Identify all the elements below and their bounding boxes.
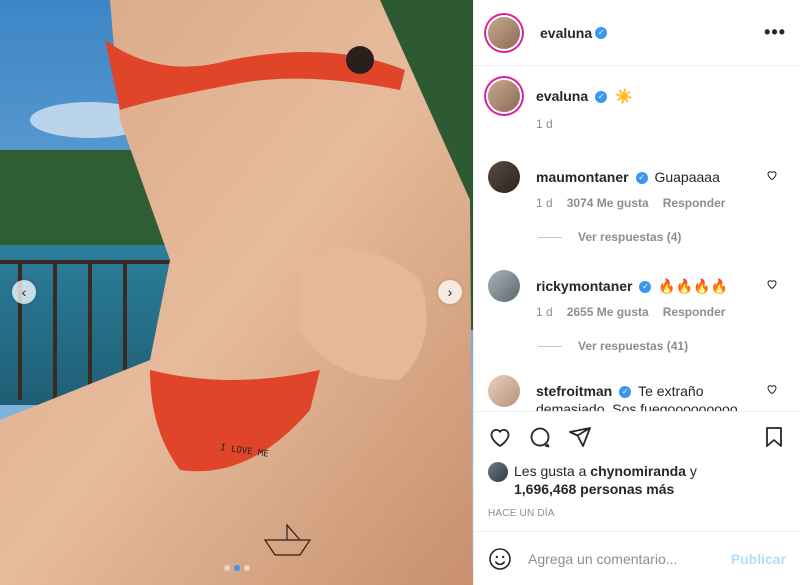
comment-username[interactable]: stefroitman bbox=[536, 383, 612, 399]
comment-meta: 1 d 3074 Me gusta Responder bbox=[536, 196, 758, 210]
comment-text: Guapaaaa bbox=[654, 169, 720, 185]
reply-button[interactable]: Responder bbox=[663, 305, 726, 319]
caption-avatar[interactable] bbox=[488, 80, 520, 112]
view-replies-button[interactable]: Ver respuestas (41) bbox=[538, 339, 786, 353]
caption-row: evaluna ✓ ☀️ 1 d bbox=[488, 80, 786, 131]
comment-meta: 1 d 2655 Me gusta Responder bbox=[536, 305, 758, 319]
comment-username[interactable]: rickymontaner bbox=[536, 278, 632, 294]
comment-row: rickymontaner ✓ 🔥🔥🔥🔥 1 d 2655 Me gusta Re… bbox=[488, 270, 786, 319]
post-header: evaluna ✓ ••• bbox=[474, 0, 800, 66]
comment-body: maumontaner ✓ Guapaaaa 1 d 3074 Me gusta … bbox=[536, 161, 786, 210]
comments-section: evaluna ✓ ☀️ 1 d maumontaner ✓ Guapaaaa 1 … bbox=[474, 66, 800, 411]
comment-like-heart-icon[interactable] bbox=[766, 169, 778, 181]
publish-button[interactable]: Publicar bbox=[731, 551, 786, 567]
heart-icon[interactable] bbox=[488, 425, 512, 449]
commenter-avatar[interactable] bbox=[488, 161, 520, 193]
chevron-left-icon: ‹ bbox=[21, 284, 27, 300]
carousel-dot-active bbox=[233, 565, 240, 571]
verified-badge-icon: ✓ bbox=[619, 386, 632, 399]
caption-username[interactable]: evaluna bbox=[536, 88, 588, 104]
liked-by-others[interactable]: 1,696,468 personas más bbox=[514, 481, 674, 497]
emoji-smile-icon[interactable] bbox=[488, 547, 512, 571]
comment-like-heart-icon[interactable] bbox=[766, 278, 778, 290]
caption-time: 1 d bbox=[536, 117, 553, 131]
view-replies-label: Ver respuestas (41) bbox=[578, 339, 689, 353]
liked-by: Les gusta a chynomiranda y 1,696,468 per… bbox=[488, 462, 786, 498]
comment-text: 🔥🔥🔥🔥 bbox=[658, 278, 729, 294]
post-side-panel: evaluna ✓ ••• evaluna ✓ ☀️ 1 d maumontan… bbox=[473, 0, 800, 585]
carousel-next-button[interactable]: › bbox=[438, 280, 462, 304]
action-icons bbox=[488, 422, 786, 452]
post-photo: I LOVE ME bbox=[0, 0, 473, 585]
comment-time: 1 d bbox=[536, 196, 553, 210]
post-media: I LOVE ME ‹ › bbox=[0, 0, 473, 585]
liked-by-first-user[interactable]: chynomiranda bbox=[590, 463, 686, 479]
add-comment-bar: Publicar bbox=[474, 531, 800, 585]
chevron-right-icon: › bbox=[447, 284, 453, 300]
liker-avatar[interactable] bbox=[488, 462, 508, 482]
liked-by-prefix: Les gusta a bbox=[514, 463, 587, 479]
comment-input[interactable] bbox=[528, 550, 731, 567]
carousel-dot bbox=[223, 565, 230, 571]
reply-button[interactable]: Responder bbox=[663, 196, 726, 210]
comment-time: 1 d bbox=[536, 305, 553, 319]
divider-line bbox=[538, 236, 562, 238]
send-icon[interactable] bbox=[568, 425, 592, 449]
comment-username[interactable]: maumontaner bbox=[536, 169, 629, 185]
post-timestamp[interactable]: HACE UN DÍA bbox=[488, 508, 786, 519]
commenter-avatar[interactable] bbox=[488, 375, 520, 407]
author-avatar[interactable] bbox=[488, 16, 520, 49]
carousel-indicator bbox=[0, 565, 473, 571]
comment-body: rickymontaner ✓ 🔥🔥🔥🔥 1 d 2655 Me gusta Re… bbox=[536, 270, 786, 319]
comment-row: stefroitman ✓ Te extraño demasiado. Sos f… bbox=[488, 375, 786, 411]
carousel-prev-button[interactable]: ‹ bbox=[12, 280, 36, 304]
caption-text: ☀️ bbox=[615, 88, 633, 104]
verified-badge-icon: ✓ bbox=[635, 172, 648, 185]
divider-line bbox=[538, 345, 562, 347]
carousel-dot bbox=[243, 565, 250, 571]
verified-badge-icon: ✓ bbox=[639, 281, 652, 294]
post-modal: I LOVE ME ‹ › evaluna ✓ ••• evaluna ✓ ☀️… bbox=[0, 0, 800, 585]
commenter-avatar[interactable] bbox=[488, 270, 520, 302]
bookmark-icon[interactable] bbox=[762, 425, 786, 449]
author-username[interactable]: evaluna bbox=[540, 25, 592, 41]
view-replies-button[interactable]: Ver respuestas (4) bbox=[538, 230, 786, 244]
verified-badge-icon: ✓ bbox=[595, 91, 608, 104]
comment-body: stefroitman ✓ Te extraño demasiado. Sos f… bbox=[536, 375, 786, 411]
caption-body: evaluna ✓ ☀️ 1 d bbox=[536, 80, 786, 131]
comment-row: maumontaner ✓ Guapaaaa 1 d 3074 Me gusta … bbox=[488, 161, 786, 210]
comment-icon[interactable] bbox=[528, 425, 552, 449]
liked-by-connector: y bbox=[689, 463, 697, 479]
post-actions: Les gusta a chynomiranda y 1,696,468 per… bbox=[474, 411, 800, 519]
more-options-icon[interactable]: ••• bbox=[764, 22, 786, 43]
view-replies-label: Ver respuestas (4) bbox=[578, 230, 682, 244]
comment-likes[interactable]: 3074 Me gusta bbox=[567, 196, 649, 210]
comment-like-heart-icon[interactable] bbox=[766, 383, 778, 395]
verified-badge-icon: ✓ bbox=[595, 26, 608, 39]
comment-likes[interactable]: 2655 Me gusta bbox=[567, 305, 649, 319]
